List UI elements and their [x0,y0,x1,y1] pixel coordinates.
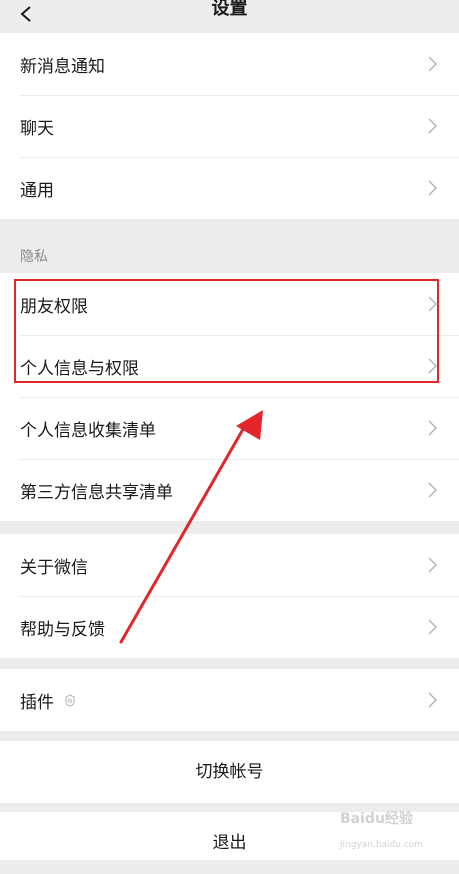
watermark-text: Baidu经验 [340,811,413,827]
plugin-icon [65,693,75,707]
settings-item-label: 关于微信 [20,557,88,578]
settings-item-third-party-sharing[interactable]: 第三方信息共享清单 [0,459,459,521]
settings-item-label: 个人信息收集清单 [20,420,156,441]
section-label-privacy: 隐私 [20,249,48,265]
settings-item-friend-permissions[interactable]: 朋友权限 [0,273,459,335]
settings-item-personal-info-permissions[interactable]: 个人信息与权限 [0,335,459,397]
page-title: 设置 [211,0,248,19]
settings-item-label: 个人信息与权限 [20,358,139,379]
settings-item-label: 聊天 [20,118,54,139]
chevron-right-icon [428,692,437,708]
chevron-right-icon [428,619,437,635]
settings-item-about-wechat[interactable]: 关于微信 [0,534,459,596]
switch-account-button[interactable]: 切换帐号 [0,741,459,803]
settings-item-new-message-notification[interactable]: 新消息通知 [0,33,459,95]
nav-header: 设置 [0,0,459,32]
settings-item-label: 第三方信息共享清单 [20,482,173,503]
settings-group-plugins: 插件 [0,669,459,731]
watermark-subtext: jingyan.baidu.com [340,840,424,850]
settings-group-general: 新消息通知 聊天 通用 [0,33,459,219]
settings-item-label: 朋友权限 [20,296,88,317]
settings-item-label: 通用 [20,180,54,201]
chevron-right-icon [428,557,437,573]
settings-item-chat[interactable]: 聊天 [0,95,459,157]
settings-item-label: 帮助与反馈 [20,619,105,640]
watermark: Baidu经验 jingyan.baidu.com [340,812,423,852]
settings-item-general[interactable]: 通用 [0,157,459,219]
chevron-right-icon [428,118,437,134]
chevron-right-icon [428,56,437,72]
settings-item-label: 新消息通知 [20,56,105,77]
chevron-right-icon [428,358,437,374]
chevron-right-icon [428,482,437,498]
settings-group-about: 关于微信 帮助与反馈 [0,534,459,658]
chevron-right-icon [428,420,437,436]
chevron-right-icon [428,296,437,312]
settings-group-privacy: 朋友权限 个人信息与权限 个人信息收集清单 第三方信息共享清单 [0,273,459,521]
settings-item-plugins[interactable]: 插件 [0,669,459,731]
chevron-right-icon [428,180,437,196]
settings-item-help-feedback[interactable]: 帮助与反馈 [0,596,459,658]
settings-item-label: 插件 [20,692,54,713]
settings-item-personal-info-collection[interactable]: 个人信息收集清单 [0,397,459,459]
